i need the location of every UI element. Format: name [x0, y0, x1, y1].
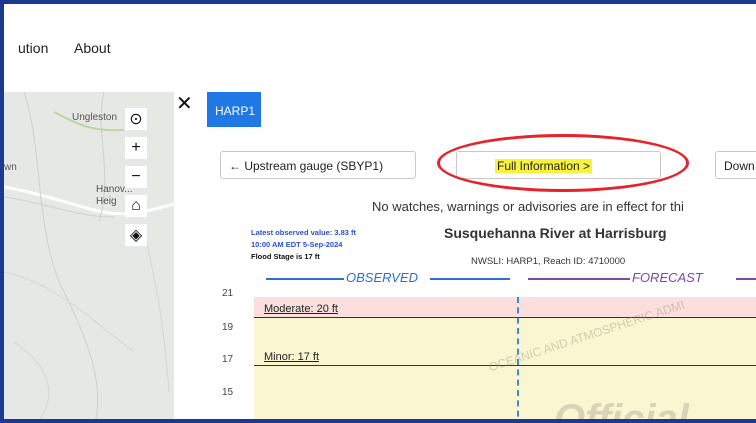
tab-harp1[interactable]: HARP1	[207, 92, 261, 127]
zoom-out-icon[interactable]: −	[125, 166, 147, 188]
legend-forecast-line-right	[736, 278, 756, 280]
legend-observed-line-right	[430, 278, 510, 280]
current-time-line	[517, 297, 519, 419]
downstream-gauge-button[interactable]: Down	[715, 151, 756, 179]
moderate-threshold-line	[254, 317, 756, 318]
home-icon[interactable]: ⌂	[125, 195, 147, 217]
app-frame: ution About Ungleston wn Hanov... Heig ⊙…	[0, 0, 756, 423]
hydrograph-plot: Moderate: 20 ft Minor: 17 ft OCEANIC AND…	[254, 297, 756, 423]
latest-observed-value: Latest observed value: 3.83 ft	[251, 228, 357, 237]
legend-forecast: FORECAST	[632, 270, 703, 285]
close-icon[interactable]: ✕	[176, 94, 193, 114]
y-tick: 15	[222, 387, 234, 398]
graph-subtitle: NWSLI: HARP1, Reach ID: 4710000	[471, 256, 626, 267]
y-tick: 13	[222, 418, 233, 419]
layers-icon[interactable]: ◈	[125, 224, 147, 246]
top-nav: ution About	[4, 4, 756, 90]
map-label: wn	[4, 162, 17, 173]
locate-icon[interactable]: ⊙	[125, 108, 147, 130]
minor-label: Minor: 17 ft	[264, 351, 320, 363]
map-roads	[4, 92, 174, 419]
y-tick: 19	[222, 322, 234, 333]
zoom-in-icon[interactable]: +	[125, 137, 147, 159]
y-tick: 17	[222, 354, 234, 365]
flood-stage: Flood Stage is 17 ft	[251, 252, 320, 261]
graph-title: Susquehanna River at Harrisburg	[444, 225, 667, 241]
annotation-circle	[437, 134, 689, 192]
watermark-word: Official	[554, 397, 689, 423]
nav-item-about[interactable]: About	[74, 40, 111, 56]
observed-time: 10:00 AM EDT 5-Sep-2024	[251, 240, 343, 249]
moderate-label: Moderate: 20 ft	[264, 303, 338, 315]
map-area[interactable]: Ungleston wn Hanov... Heig ⊙ + − ⌂ ◈	[4, 92, 174, 419]
legend-forecast-line-left	[528, 278, 630, 280]
map-label: Heig	[96, 196, 117, 207]
nav-item-partial[interactable]: ution	[18, 40, 48, 56]
upstream-gauge-button[interactable]: ← Upstream gauge (SBYP1)	[220, 151, 416, 179]
map-label: Ungleston	[72, 112, 118, 123]
legend-observed-line-left	[266, 278, 344, 280]
legend-observed: OBSERVED	[346, 270, 419, 285]
advisory-notice: No watches, warnings or advisories are i…	[372, 199, 684, 214]
y-tick: 21	[222, 288, 234, 299]
